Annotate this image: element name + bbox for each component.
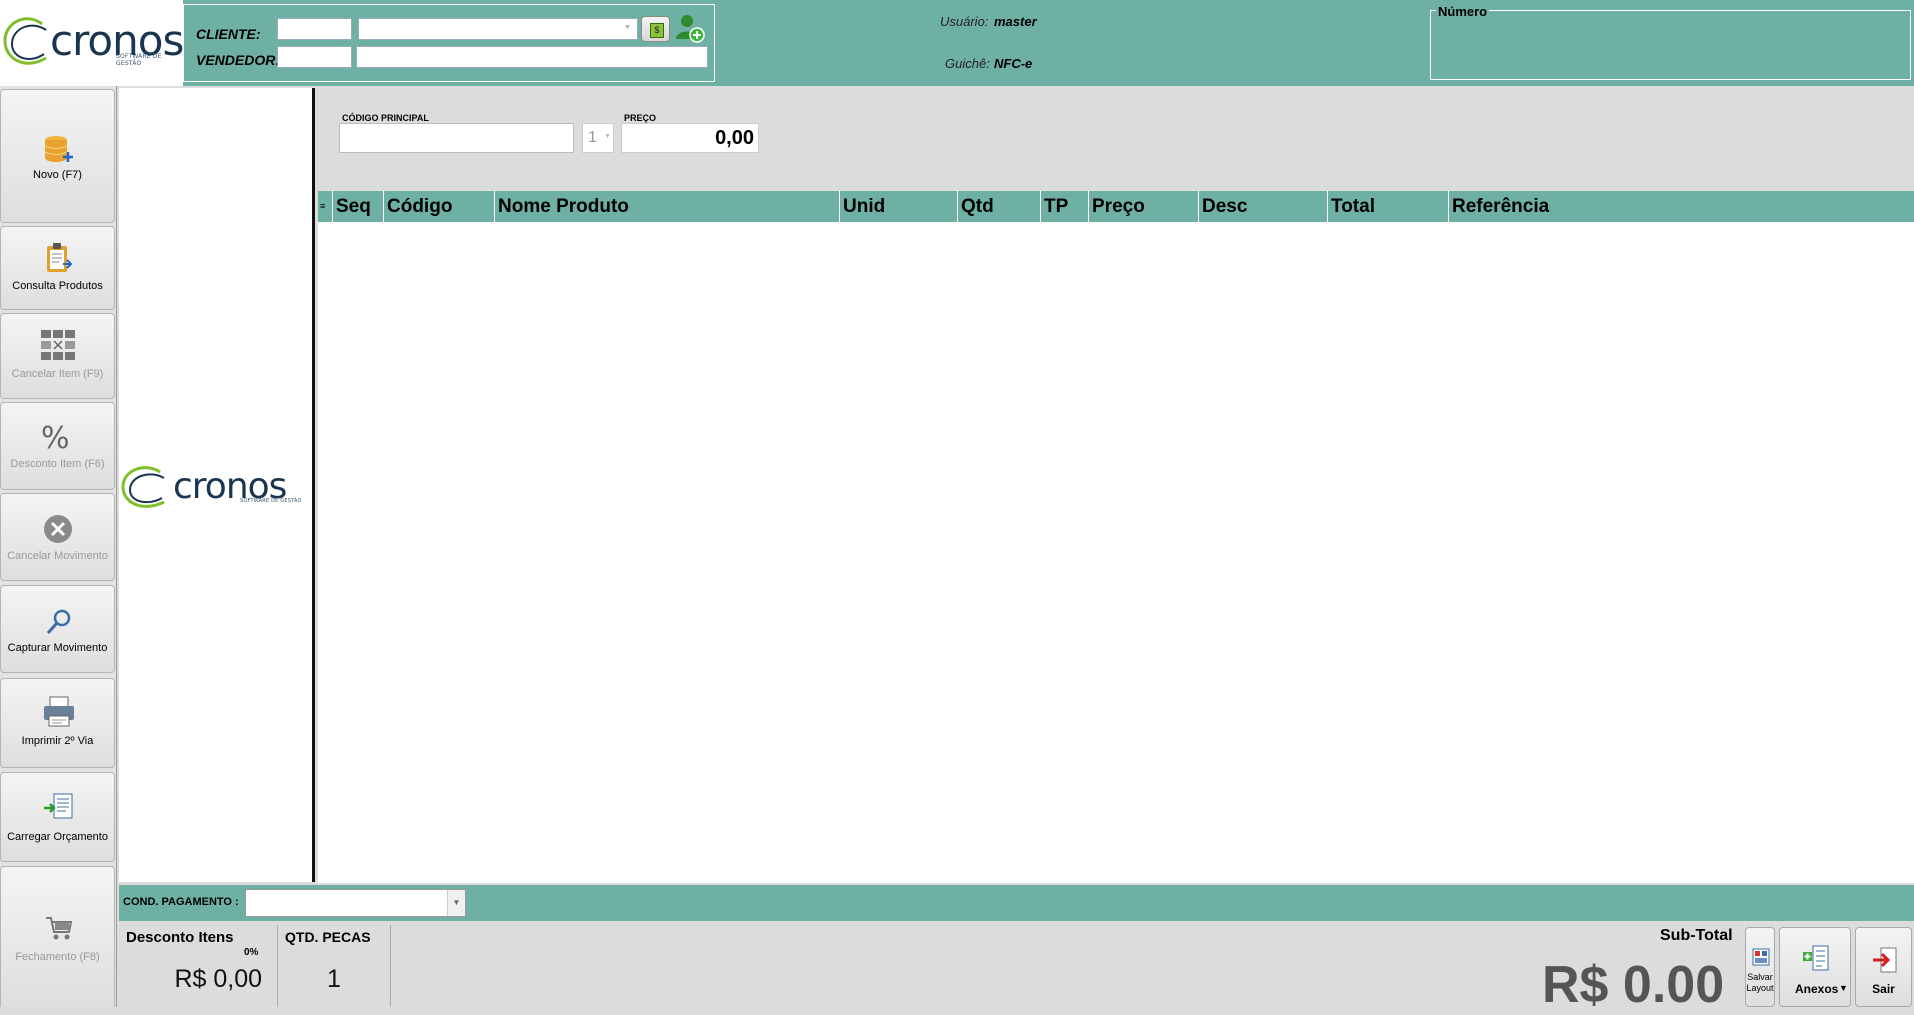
exit-icon [1873, 947, 1897, 973]
vendedor-name-field[interactable] [356, 46, 708, 68]
percent-icon: % [41, 421, 70, 456]
sidebar-item-label: Imprimir 2º Via [21, 735, 94, 747]
sidebar-item-label: Novo (F7) [33, 169, 82, 181]
sidebar-item-novo[interactable]: Novo (F7) [0, 89, 115, 223]
cliente-dropdown-arrow-icon[interactable]: ▼ [624, 24, 631, 31]
grid-header-desc[interactable]: Desc [1199, 191, 1328, 222]
grid-header-unid[interactable]: Unid [840, 191, 958, 222]
grid-cancel-icon [41, 330, 75, 360]
cliente-name-field[interactable] [358, 18, 638, 40]
preco-value: 0,00 [715, 127, 754, 149]
numero-box [1430, 10, 1911, 80]
grid-header-codigo[interactable]: Código [384, 191, 495, 222]
sidebar-item-label: Capturar Movimento [7, 642, 108, 654]
anexos-dropdown-icon: ▼ [1839, 983, 1848, 993]
sidebar-item-carregar-orcamento[interactable]: Carregar Orçamento [0, 772, 115, 862]
subtotal-value: R$ 0.00 [1542, 956, 1725, 1014]
sidebar-item-imprimir-2via[interactable]: Imprimir 2º Via [0, 678, 115, 768]
items-grid[interactable] [318, 191, 1914, 883]
grid-header-tp[interactable]: TP [1041, 191, 1089, 222]
grid-header-total[interactable]: Total [1328, 191, 1449, 222]
codigo-principal-input[interactable] [339, 123, 574, 153]
desconto-box: Desconto Itens 0% R$ 0,00 [120, 925, 278, 1007]
anexos-button[interactable]: Anexos ▼ [1779, 927, 1851, 1007]
cancel-circle-icon [44, 515, 72, 543]
guiche-value: NFC-e [994, 56, 1033, 71]
logo-swirl-icon [3, 17, 47, 65]
sidebar-item-label: Desconto Item (F6) [10, 458, 105, 470]
grid-header-nome-produto[interactable]: Nome Produto [495, 191, 840, 222]
preco-label: PREÇO [624, 113, 657, 123]
sair-label: Sair [1872, 982, 1895, 996]
sidebar-item-consulta-produtos[interactable]: Consulta Produtos [0, 226, 115, 310]
brand-logo: cronos SOFTWARE DE GESTÃO [0, 0, 184, 86]
grid-header-qtd[interactable]: Qtd [958, 191, 1041, 222]
grid-header-preco[interactable]: Preço [1089, 191, 1199, 222]
sidebar-item-fechamento[interactable]: Fechamento (F8) [0, 866, 115, 1007]
sidebar-item-label: Fechamento (F8) [15, 951, 100, 963]
vendedor-label: VENDEDOR: [196, 52, 281, 68]
usuario-value: master [994, 14, 1037, 29]
sidebar-item-label: Cancelar Item (F9) [11, 368, 104, 380]
cliente-label: CLIENTE: [196, 26, 261, 42]
numero-label: Número [1436, 4, 1490, 19]
vendedor-code-field[interactable] [277, 46, 352, 68]
grid-header-referencia[interactable]: Referência [1449, 191, 1914, 222]
sair-button[interactable]: Sair [1855, 927, 1912, 1007]
sidebar-item-cancelar-movimento[interactable]: Cancelar Movimento [0, 493, 115, 581]
cond-pagamento-select[interactable]: ▼ [245, 889, 466, 917]
desconto-pct: 0% [244, 947, 259, 958]
chevron-down-icon[interactable]: ▼ [447, 890, 465, 916]
sidebar-item-label: Cancelar Movimento [7, 550, 108, 562]
codigo-principal-label: CÓDIGO PRINCIPAL [342, 113, 429, 123]
logo-tagline: SOFTWARE DE GESTÃO [116, 53, 162, 67]
sidebar-item-label: Carregar Orçamento [7, 831, 108, 843]
sidebar-item-label: Consulta Produtos [12, 280, 103, 292]
desconto-label: Desconto Itens [126, 929, 234, 946]
grid-header-seq[interactable]: Seq [333, 191, 384, 222]
quantity-stepper[interactable]: 1 ▼ [582, 123, 614, 153]
money-icon: $ [650, 23, 664, 38]
cliente-code-field[interactable] [277, 18, 352, 40]
qtd-pecas-box: QTD. PECAS 1 [280, 925, 391, 1007]
quantity-value: 1 [588, 129, 597, 146]
guiche-label: Guichê: [945, 56, 990, 71]
sidebar-item-desconto-item[interactable]: % Desconto Item (F6) [0, 402, 115, 490]
cond-pagamento-label: COND. PAGAMENTO : [123, 896, 239, 908]
clipboard-icon [47, 243, 73, 272]
salvar-layout-label: Salvar Layout [1746, 972, 1774, 993]
user-add-icon [676, 15, 705, 43]
salvar-layout-button[interactable]: Salvar Layout [1745, 927, 1775, 1007]
cart-icon [46, 917, 73, 940]
magnifier-icon [46, 609, 71, 635]
grid-column-chooser[interactable]: ≡ [318, 191, 333, 222]
client-panel [183, 4, 715, 82]
qtd-pecas-label: QTD. PECAS [285, 929, 371, 945]
add-cliente-button[interactable] [673, 12, 707, 44]
sidebar-item-capturar-movimento[interactable]: Capturar Movimento [0, 585, 115, 673]
logo-swirl-icon [121, 466, 165, 508]
panel-logo-tagline: SOFTWARE DE GESTÃO [240, 498, 302, 504]
cliente-search-button[interactable]: $ [641, 16, 670, 42]
stepper-arrow-icon: ▼ [604, 133, 611, 140]
preco-input[interactable]: 0,00 [621, 123, 759, 153]
qtd-pecas-value: 1 [327, 965, 341, 993]
desconto-value: R$ 0,00 [174, 965, 262, 993]
printer-icon [44, 696, 74, 727]
document-load-icon [44, 793, 73, 819]
subtotal-label: Sub-Total [1660, 927, 1733, 944]
column-chooser-icon: ≡ [320, 201, 326, 211]
save-layout-icon [1752, 948, 1770, 966]
database-add-icon [44, 136, 73, 162]
sidebar-item-cancelar-item[interactable]: Cancelar Item (F9) [0, 313, 115, 399]
usuario-label: Usuário: [940, 14, 989, 29]
attachments-icon [1803, 945, 1829, 971]
anexos-label: Anexos [1795, 982, 1839, 996]
